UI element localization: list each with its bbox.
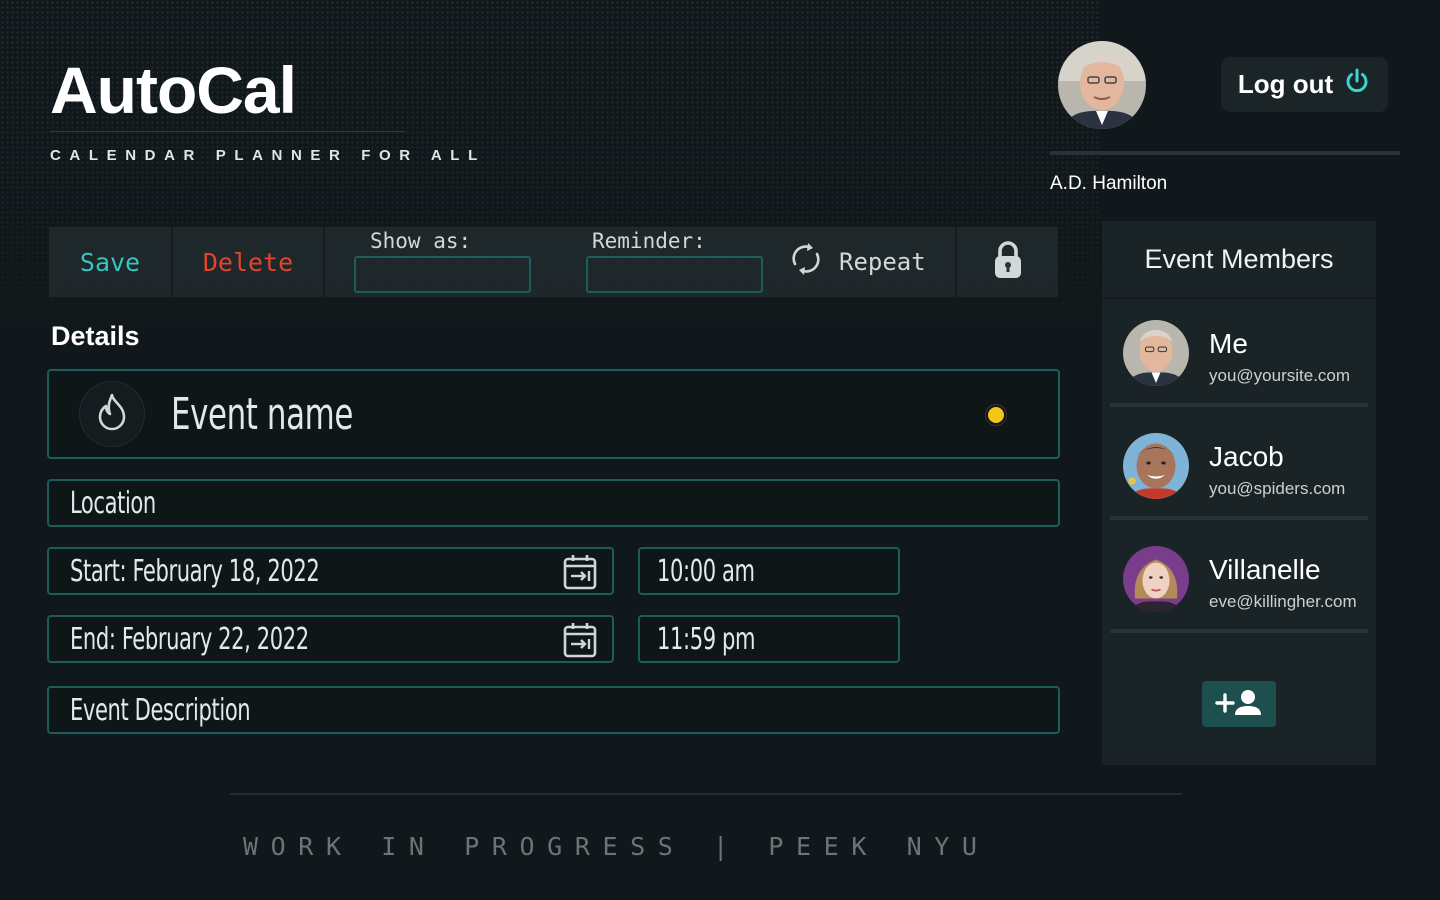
user-avatar[interactable] [1058, 41, 1146, 129]
repeat-label: Repeat [839, 248, 926, 276]
member-name: Jacob [1209, 441, 1284, 472]
avatar [1123, 546, 1189, 612]
add-user-icon [1213, 688, 1265, 721]
event-icon-button[interactable] [79, 381, 145, 447]
flame-icon [94, 392, 130, 436]
event-name-field[interactable]: Event name [47, 369, 1060, 459]
avatar [1123, 320, 1189, 386]
event-toolbar: Save Delete Show as: Reminder: Repeat [49, 227, 1058, 297]
logout-label: Log out [1237, 69, 1334, 99]
avatar [1123, 433, 1189, 499]
reminder-select[interactable] [586, 256, 763, 293]
description-input[interactable]: Event Description [70, 693, 251, 728]
power-icon [1343, 67, 1371, 102]
end-time-value[interactable]: 11:59 pm [657, 622, 755, 657]
footer-divider [230, 793, 1182, 795]
start-time-field[interactable]: 10:00 am [638, 547, 900, 595]
lock-button[interactable] [957, 227, 1058, 297]
member-item-me[interactable]: Me you@yoursite.com [1110, 301, 1368, 407]
event-name-input[interactable]: Event name [171, 389, 353, 440]
member-item-villanelle[interactable]: Villanelle eve@killingher.com [1110, 527, 1368, 633]
user-name: A.D. Hamilton [1050, 173, 1168, 194]
location-input[interactable]: Location [70, 486, 156, 521]
event-color-picker[interactable] [986, 405, 1006, 425]
members-title: Event Members [1102, 221, 1376, 299]
start-time-value[interactable]: 10:00 am [657, 554, 755, 589]
footer-text: WORK IN PROGRESS | PEEK NYU [243, 832, 990, 861]
details-heading: Details [51, 321, 140, 351]
calendar-icon[interactable] [563, 554, 597, 590]
toolbar-divider [323, 227, 325, 297]
member-name: Villanelle [1209, 554, 1321, 585]
title-divider [50, 131, 405, 132]
show-as-label: Show as: [370, 229, 472, 253]
lock-icon [993, 240, 1023, 285]
member-email: you@spiders.com [1209, 479, 1346, 498]
show-as-select[interactable] [354, 256, 531, 293]
end-date-value[interactable]: End: February 22, 2022 [70, 622, 309, 657]
repeat-icon [787, 240, 825, 284]
member-name: Me [1209, 328, 1248, 359]
add-member-button[interactable] [1202, 681, 1276, 727]
app-subtitle: CALENDAR PLANNER FOR ALL [50, 147, 486, 164]
logout-button[interactable]: Log out [1221, 57, 1388, 112]
location-field[interactable]: Location [47, 479, 1060, 527]
start-date-field[interactable]: Start: February 18, 2022 [47, 547, 614, 595]
member-email: you@yoursite.com [1209, 366, 1351, 385]
save-button[interactable]: Save [49, 227, 171, 297]
description-field[interactable]: Event Description [47, 686, 1060, 734]
member-email: eve@killingher.com [1209, 592, 1357, 611]
end-date-field[interactable]: End: February 22, 2022 [47, 615, 614, 663]
end-time-field[interactable]: 11:59 pm [638, 615, 900, 663]
repeat-button[interactable]: Repeat [787, 227, 926, 297]
user-divider [1050, 151, 1400, 155]
delete-button[interactable]: Delete [173, 227, 323, 297]
app-title: AutoCal [50, 53, 297, 127]
reminder-label: Reminder: [592, 229, 706, 253]
start-date-value[interactable]: Start: February 18, 2022 [70, 554, 320, 589]
calendar-icon[interactable] [563, 622, 597, 658]
member-item-jacob[interactable]: Jacob you@spiders.com [1110, 414, 1368, 520]
